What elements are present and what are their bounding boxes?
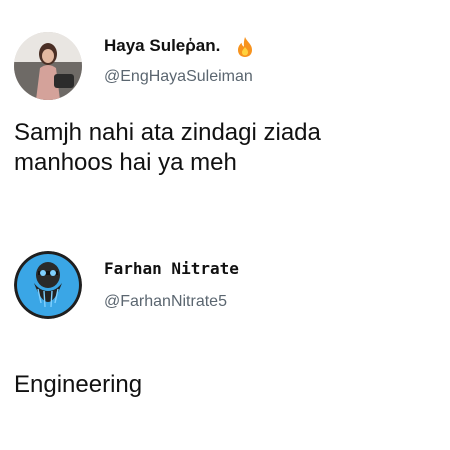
avatar[interactable] <box>14 251 82 319</box>
post-card[interactable] <box>0 0 450 215</box>
author-name[interactable]: Haya Suleῥan. <box>104 36 220 56</box>
bearded-man-icon <box>14 251 82 319</box>
post-text-line: Samjh nahi ata zindagi ziada <box>14 119 321 146</box>
author-handle[interactable]: @FarhanNitrate5 <box>104 293 227 311</box>
post-text: Samjh nahi ata zindagi ziada manhoos hai… <box>14 118 321 178</box>
post-text: Engineering <box>14 370 142 400</box>
fire-icon <box>235 36 255 58</box>
author-name[interactable]: Farhan Nitrate <box>104 259 239 278</box>
author-handle[interactable]: @EngHayaSuleiman <box>104 68 253 86</box>
post-text-line: Engineering <box>14 371 143 398</box>
avatar[interactable] <box>14 32 82 100</box>
profile-photo <box>14 32 82 100</box>
post-text-line: manhoos hai ya meh <box>14 149 237 176</box>
